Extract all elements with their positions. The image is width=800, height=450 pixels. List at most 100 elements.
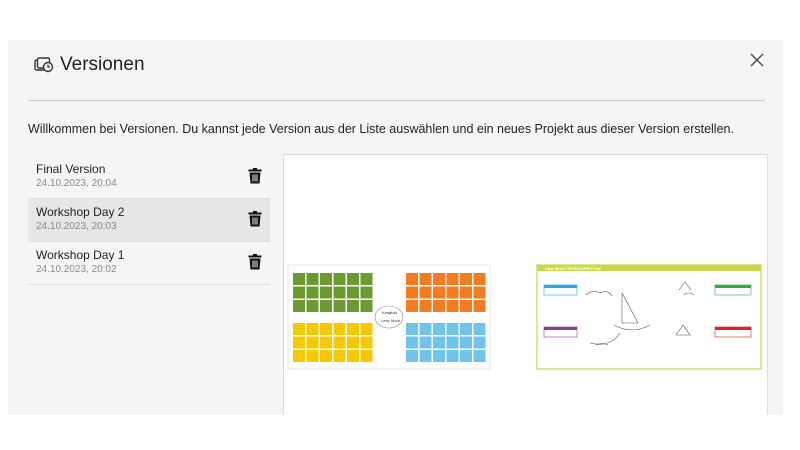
sticky-note [419,273,432,285]
sticky-note [333,336,346,349]
sticky-note [320,273,332,285]
less-label: Less [381,318,389,323]
versions-dialog: Versionen Willkommen bei Versionen. Du k… [8,40,783,415]
dialog-title: Versionen [60,54,145,75]
sticky-note [433,273,445,285]
version-date: 24.10.2023, 20:02 [36,264,117,275]
sticky-note [360,350,373,362]
sticky-note [293,323,305,335]
versions-icon [34,57,54,73]
sticky-note [333,323,346,335]
sticky-note [360,273,373,285]
sticky-note [333,273,346,285]
sticky-note [333,300,346,312]
sticky-note [347,350,359,362]
sticky-note [306,273,319,285]
sticky-note [446,336,459,349]
sticky-note [419,350,432,362]
sticky-note [460,286,472,299]
sticky-note [406,273,418,285]
trash-icon[interactable] [248,168,262,184]
sticky-note [306,286,319,299]
sticky-note [473,350,486,362]
sticky-note [360,300,373,312]
sticky-note [419,336,432,349]
sticky-note [419,300,432,312]
sticky-note [446,350,459,362]
sticky-note [433,350,445,362]
version-name: Workshop Day 2 [36,205,125,219]
sticky-note [293,350,305,362]
sticky-note [293,286,305,299]
sticky-note [406,323,418,335]
sticky-note [473,273,486,285]
sticky-note [306,336,319,349]
sticky-note [433,286,445,299]
sticky-note [433,300,445,312]
sticky-note [419,323,432,335]
sticky-note [406,350,418,362]
welcome-text: Willkommen bei Versionen. Du kannst jede… [28,122,734,136]
sticky-note [293,273,305,285]
version-name: Workshop Day 1 [36,248,125,262]
sticky-note [347,323,359,335]
sticky-note [306,350,319,362]
sticky-note [360,286,373,299]
retro-title: SAIL BOAT RETROSPECTIVE [545,266,601,271]
sticky-note [460,323,472,335]
sticky-note [320,300,332,312]
trash-icon[interactable] [248,211,262,227]
sticky-note [473,323,486,335]
sticky-note [360,323,373,335]
sticky-note [320,286,332,299]
close-icon[interactable] [749,52,765,68]
version-preview[interactable]: Keep Add Less More SAIL BOAT RETROSPECTI… [283,154,768,415]
trash-icon[interactable] [248,254,262,270]
sticky-note [347,273,359,285]
sticky-note [473,336,486,349]
sticky-note [446,300,459,312]
sticky-note [446,273,459,285]
header-divider [28,100,765,101]
version-item-selected[interactable]: Workshop Day 2 24.10.2023, 20:03 [28,199,270,242]
version-item[interactable]: Final Version 24.10.2023, 20:04 [28,156,270,199]
sticky-note [433,336,445,349]
sticky-note [293,300,305,312]
sticky-note [419,286,432,299]
sticky-note [347,336,359,349]
sticky-note [406,286,418,299]
sticky-note [320,323,332,335]
sticky-note [473,300,486,312]
version-list: Final Version 24.10.2023, 20:04 Workshop… [28,156,270,285]
sticky-note [460,300,472,312]
version-name: Final Version [36,162,106,176]
sticky-note [446,286,459,299]
version-date: 24.10.2023, 20:03 [36,221,117,232]
sticky-note [446,323,459,335]
sticky-note [460,336,472,349]
sticky-note [473,286,486,299]
preview-canvas: Keep Add Less More SAIL BOAT RETROSPECTI… [287,264,762,370]
version-item[interactable]: Workshop Day 1 24.10.2023, 20:02 [28,242,270,285]
sailboat-retro-board: SAIL BOAT RETROSPECTIVE [536,264,762,370]
sticky-note [320,350,332,362]
add-label: Add [390,310,397,315]
sticky-note [360,336,373,349]
version-date: 24.10.2023, 20:04 [36,178,117,189]
sticky-note [406,300,418,312]
dialog-header: Versionen [34,54,145,76]
sticky-note [293,336,305,349]
keep-add-less-more-board: Keep Add Less More [287,264,491,370]
sticky-note [460,350,472,362]
sticky-note [406,336,418,349]
sticky-note [347,286,359,299]
sticky-note [306,300,319,312]
sticky-note [460,273,472,285]
sticky-note [320,336,332,349]
sticky-note [347,300,359,312]
sticky-note [433,323,445,335]
sticky-note [333,350,346,362]
sticky-note [306,323,319,335]
more-label: More [391,318,401,323]
sticky-note [333,286,346,299]
